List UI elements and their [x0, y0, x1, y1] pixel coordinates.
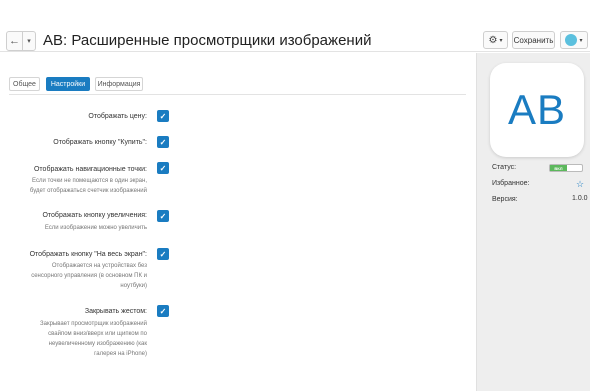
- chevron-down-icon: ▾: [499, 37, 503, 44]
- status-label: Статус:: [492, 164, 517, 171]
- checkbox-show-price[interactable]: ✓: [157, 110, 169, 122]
- back-arrow-icon[interactable]: ←: [7, 32, 23, 50]
- star-icon[interactable]: ☆: [576, 179, 584, 190]
- header-toolbar: ← ▾ AB: Расширенные просмотрщики изображ…: [0, 0, 590, 52]
- setting-label-close-gesture: Закрывать жестом:: [84, 308, 147, 315]
- setting-label-show-price: Отображать цену:: [88, 113, 147, 120]
- setting-label-show-buy-button: Отображать кнопку "Купить":: [53, 139, 147, 146]
- setting-label-show-zoom-button: Отображать кнопку увеличения:: [42, 212, 147, 219]
- storefront-switch-button[interactable]: ▾: [560, 31, 588, 49]
- addon-logo: AB: [490, 63, 584, 157]
- tab-settings[interactable]: Настройки: [46, 77, 90, 91]
- setting-label-show-fullscreen-button: Отображать кнопку "На весь экран":: [29, 251, 147, 258]
- settings-menu-button[interactable]: ⚙ ▾: [483, 31, 508, 49]
- setting-help-nav-dots: Если точки не помещаются в один экран, б…: [29, 178, 147, 194]
- setting-label-show-nav-dots: Отображать навигационные точки:: [33, 166, 147, 173]
- checkbox-show-buy-button[interactable]: ✓: [157, 136, 169, 148]
- page-title: AB: Расширенные просмотрщики изображений: [43, 32, 372, 49]
- setting-help-fullscreen-button: Отображается на устройствах без сенсорно…: [31, 263, 147, 289]
- tab-information[interactable]: Информация: [95, 77, 143, 91]
- checkbox-show-nav-dots[interactable]: ✓: [157, 162, 169, 174]
- tabs-divider: [9, 94, 466, 95]
- storefront-icon: [565, 34, 578, 46]
- gear-icon: ⚙: [488, 34, 498, 46]
- version-value: 1.0.0: [572, 195, 588, 202]
- setting-help-zoom-button: Если изображение можно увеличить: [44, 225, 147, 231]
- favorite-label: Избранное:: [492, 180, 530, 187]
- save-button[interactable]: Сохранить: [512, 31, 555, 49]
- addon-logo-text: AB: [507, 86, 567, 133]
- version-label: Версия:: [492, 196, 518, 203]
- status-toggle[interactable]: ВКЛ: [549, 164, 583, 172]
- history-dropdown-icon[interactable]: ▾: [23, 32, 35, 50]
- checkbox-show-zoom-button[interactable]: ✓: [157, 210, 169, 222]
- status-on-indicator: ВКЛ: [550, 165, 567, 171]
- tab-general[interactable]: Общее: [9, 77, 40, 91]
- back-button-group[interactable]: ← ▾: [6, 31, 36, 51]
- chevron-down-icon: ▾: [579, 37, 583, 44]
- checkbox-close-gesture[interactable]: ✓: [157, 305, 169, 317]
- checkbox-show-fullscreen-button[interactable]: ✓: [157, 248, 169, 260]
- setting-help-close-gesture: Закрывает просмотрщик изображений свайпо…: [39, 321, 147, 357]
